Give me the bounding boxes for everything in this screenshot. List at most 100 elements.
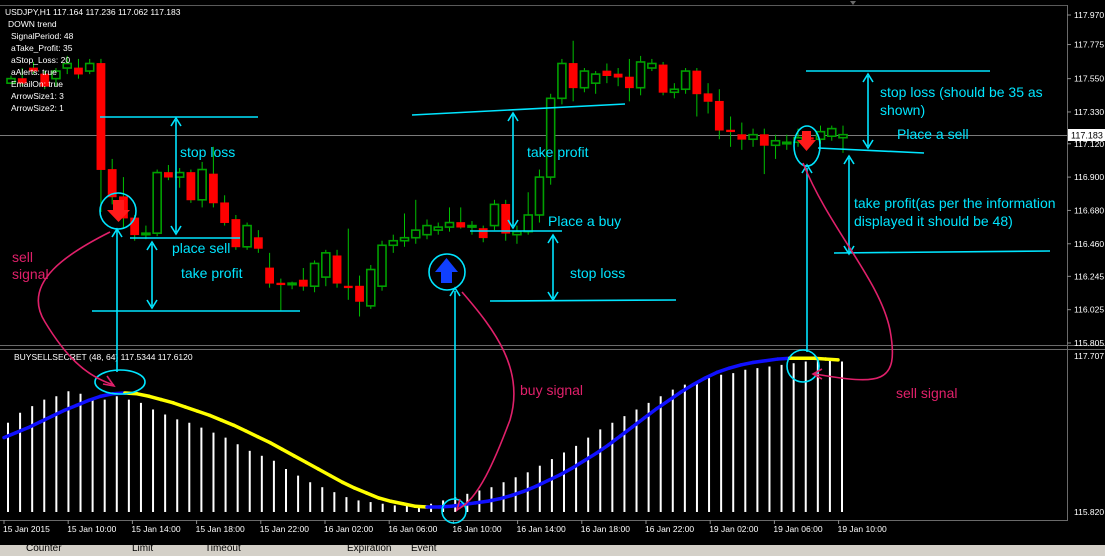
indicator-line-segment: [389, 499, 405, 506]
candle-body: [130, 217, 140, 236]
place-sell-label-2: Place a sell: [897, 126, 969, 142]
place-sell-label-1: place sell: [172, 240, 230, 256]
time-tick-label: 15 Jan 18:00: [196, 524, 245, 534]
indicator-line-segment: [824, 357, 840, 362]
candle-body: [388, 239, 399, 247]
column-header-counter[interactable]: Counter: [26, 545, 62, 554]
indicator-line-segment: [413, 504, 429, 509]
info-header: USDJPY,H1 117.164 117.236 117.062 117.18…: [5, 7, 181, 17]
candle: [489, 199, 500, 231]
candle-body: [523, 214, 533, 233]
indicator-line-segment: [135, 392, 151, 399]
candle-body: [164, 172, 173, 178]
candle: [242, 222, 252, 250]
candle-body: [208, 173, 218, 204]
candle-body: [298, 279, 308, 287]
time-tick-label: 15 Jan 10:00: [67, 524, 116, 534]
candle-body: [647, 62, 657, 69]
indicator-line-segment: [437, 504, 453, 509]
price-tick-label: 116.900: [1074, 172, 1104, 182]
candle-body: [692, 70, 702, 95]
sell-signal-label-2: sell signal: [896, 385, 957, 401]
stop-loss-label-1: stop loss: [180, 144, 235, 160]
price-tick-label: 117.970: [1074, 10, 1104, 20]
time-tick-label: 16 Jan 02:00: [324, 524, 373, 534]
info-line: SignalPeriod: 48: [11, 31, 74, 41]
candle-body: [433, 226, 444, 231]
candle-body: [242, 224, 252, 248]
time-tick-label: 15 Jan 14:00: [131, 524, 180, 534]
time-tick-label: 19 Jan 10:00: [838, 524, 887, 534]
candle: [557, 58, 567, 105]
candle-body: [579, 70, 590, 89]
column-header-expiration[interactable]: Expiration: [347, 545, 391, 554]
candle-body: [568, 63, 578, 89]
candle: [332, 249, 342, 288]
info-line: aTake_Profit: 35: [11, 43, 73, 53]
candle-body: [456, 222, 466, 228]
candle-body: [343, 285, 353, 289]
candle-body: [714, 100, 724, 131]
time-tick-label: 16 Jan 18:00: [581, 524, 630, 534]
trading-chart[interactable]: 117.183 117.970117.775117.550117.330117.…: [0, 0, 1105, 556]
candle-body: [838, 133, 848, 139]
candle-body: [826, 127, 837, 138]
candle: [365, 264, 376, 309]
time-tick-label: 16 Jan 14:00: [517, 524, 566, 534]
candle-body: [444, 221, 455, 228]
candle-body: [635, 61, 646, 89]
time-tick-label: 15 Jan 2015: [3, 524, 50, 534]
time-tick-label: 16 Jan 22:00: [645, 524, 694, 534]
candle-body: [726, 129, 735, 133]
terminal-tab-bar: Counter Limit Timeout Expiration Event: [0, 545, 1105, 556]
place-buy-label: Place a buy: [548, 213, 621, 229]
indicator-line-segment: [485, 497, 502, 504]
indicator-line-segment: [751, 358, 768, 365]
indicator-line-segment: [401, 501, 417, 508]
candle-body: [265, 267, 274, 284]
candle: [534, 169, 545, 223]
info-line: ArrowSize1: 3: [11, 91, 64, 101]
take-profit-label-2: take profit: [527, 144, 589, 160]
indicator-line-segment: [763, 357, 780, 363]
candle-body: [276, 282, 286, 286]
candle-body: [321, 252, 331, 278]
candle-body: [748, 133, 758, 141]
indicator-line-segment: [812, 356, 828, 361]
column-header-timeout[interactable]: Timeout: [205, 545, 241, 554]
column-header-limit[interactable]: Limit: [132, 545, 153, 554]
time-tick-label: 16 Jan 06:00: [388, 524, 437, 534]
candle: [231, 214, 241, 250]
candle-body: [781, 141, 792, 145]
info-line: ArrowSize2: 1: [11, 103, 64, 113]
candle-body: [365, 268, 376, 307]
price-tick-label: 117.775: [1074, 40, 1104, 50]
candle: [658, 61, 668, 96]
candle-body: [253, 237, 263, 249]
candle-body: [152, 171, 162, 234]
indicator-line-segment: [739, 360, 756, 367]
candle-body: [231, 219, 241, 248]
info-line: EmailOn: true: [11, 79, 63, 89]
info-line: DOWN trend: [8, 19, 57, 29]
time-tick-label: 15 Jan 22:00: [260, 524, 309, 534]
indicator-line-segment: [449, 502, 466, 508]
column-header-event[interactable]: Event: [411, 545, 437, 554]
info-line: aStop_Loss: 20: [11, 55, 70, 65]
candle-body: [489, 203, 500, 227]
candle-body: [197, 168, 207, 201]
candle-body: [84, 62, 95, 72]
info-line: aAlerts: true: [11, 67, 57, 77]
candle-body: [545, 97, 556, 178]
indicator-line-segment: [473, 499, 490, 505]
candle-body: [770, 139, 781, 147]
candle-body: [557, 62, 567, 100]
candle-body: [624, 76, 634, 89]
indicator-tick-label: 115.820: [1074, 507, 1104, 517]
candle-body: [669, 88, 680, 94]
candle-body: [74, 67, 83, 75]
indicator-label: BUYSELLSECRET (48, 64) 117.5344 117.6120: [14, 352, 193, 362]
candle-body: [287, 282, 297, 286]
candle-body: [422, 224, 432, 236]
candle-body: [534, 176, 545, 216]
